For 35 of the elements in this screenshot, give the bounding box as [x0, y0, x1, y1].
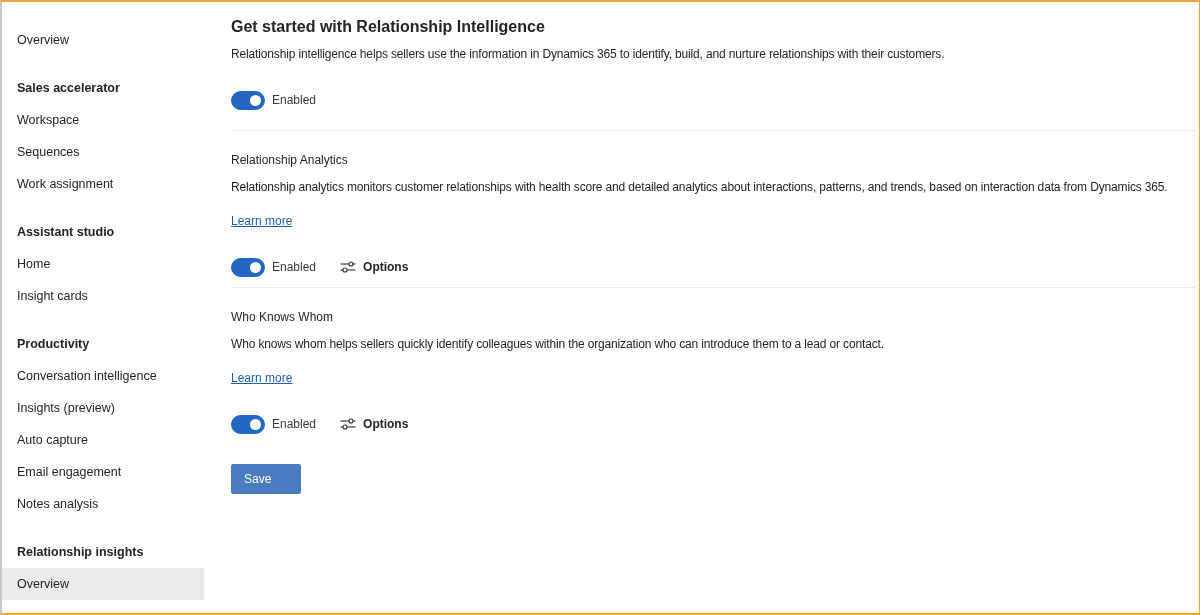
nav-item[interactable]: Conversation intelligence	[2, 360, 204, 392]
nav-section-header: Relationship insights	[16, 544, 145, 561]
nav-item[interactable]: Insight cards	[2, 280, 204, 312]
nav-section-header: Assistant studio	[16, 224, 116, 241]
nav-section-header: Productivity	[16, 336, 91, 353]
page-description: Relationship intelligence helps sellers use the information in Dynamics 365 to identify, build, and nurture relationships with their customers.	[231, 46, 946, 63]
options-button[interactable]: Options	[340, 417, 409, 431]
nav-item[interactable]: Notes analysis	[2, 488, 204, 520]
toggle-label: Enabled	[272, 260, 317, 274]
nav-item[interactable]: Auto capture	[2, 424, 204, 456]
nav-item[interactable]: Sequences	[2, 136, 204, 168]
nav-item[interactable]: Insights (preview)	[2, 392, 204, 424]
toggle-label: Enabled	[272, 93, 317, 107]
learn-more-link[interactable]: Learn more	[231, 369, 293, 387]
section-title: Relationship Analytics	[231, 152, 349, 169]
toggle-switch[interactable]	[231, 414, 265, 434]
nav-item[interactable]: Email engagement	[2, 456, 204, 488]
nav-section-header: Sales accelerator	[16, 80, 121, 97]
section-title: Who Knows Whom	[231, 309, 335, 326]
toggle-label: Enabled	[272, 417, 317, 431]
nav-item[interactable]: Home	[2, 248, 204, 280]
sliders-icon	[340, 261, 357, 273]
nav-item[interactable]: Overview	[2, 568, 204, 600]
nav-item[interactable]: Workspace	[2, 104, 204, 136]
page-title: Get started with Relationship Intelligence	[231, 17, 546, 37]
section-description: Relationship analytics monitors customer relationships with health score and detailed analytics about interactions, patterns, and trends, based on interaction data from Dynamics 365.	[231, 179, 1169, 196]
nav-item[interactable]: Work assignment	[2, 168, 204, 200]
section-description: Who knows whom helps sellers quickly identify colleagues within the organization who can introduce them to a lead or contact.	[231, 336, 885, 353]
save-button[interactable]: Save	[231, 464, 301, 494]
sliders-icon	[340, 418, 357, 430]
options-button[interactable]: Options	[340, 260, 409, 274]
nav-item[interactable]: Overview	[2, 24, 204, 56]
toggle-switch[interactable]	[231, 90, 265, 110]
learn-more-link[interactable]: Learn more	[231, 212, 293, 230]
toggle-switch[interactable]	[231, 257, 265, 277]
